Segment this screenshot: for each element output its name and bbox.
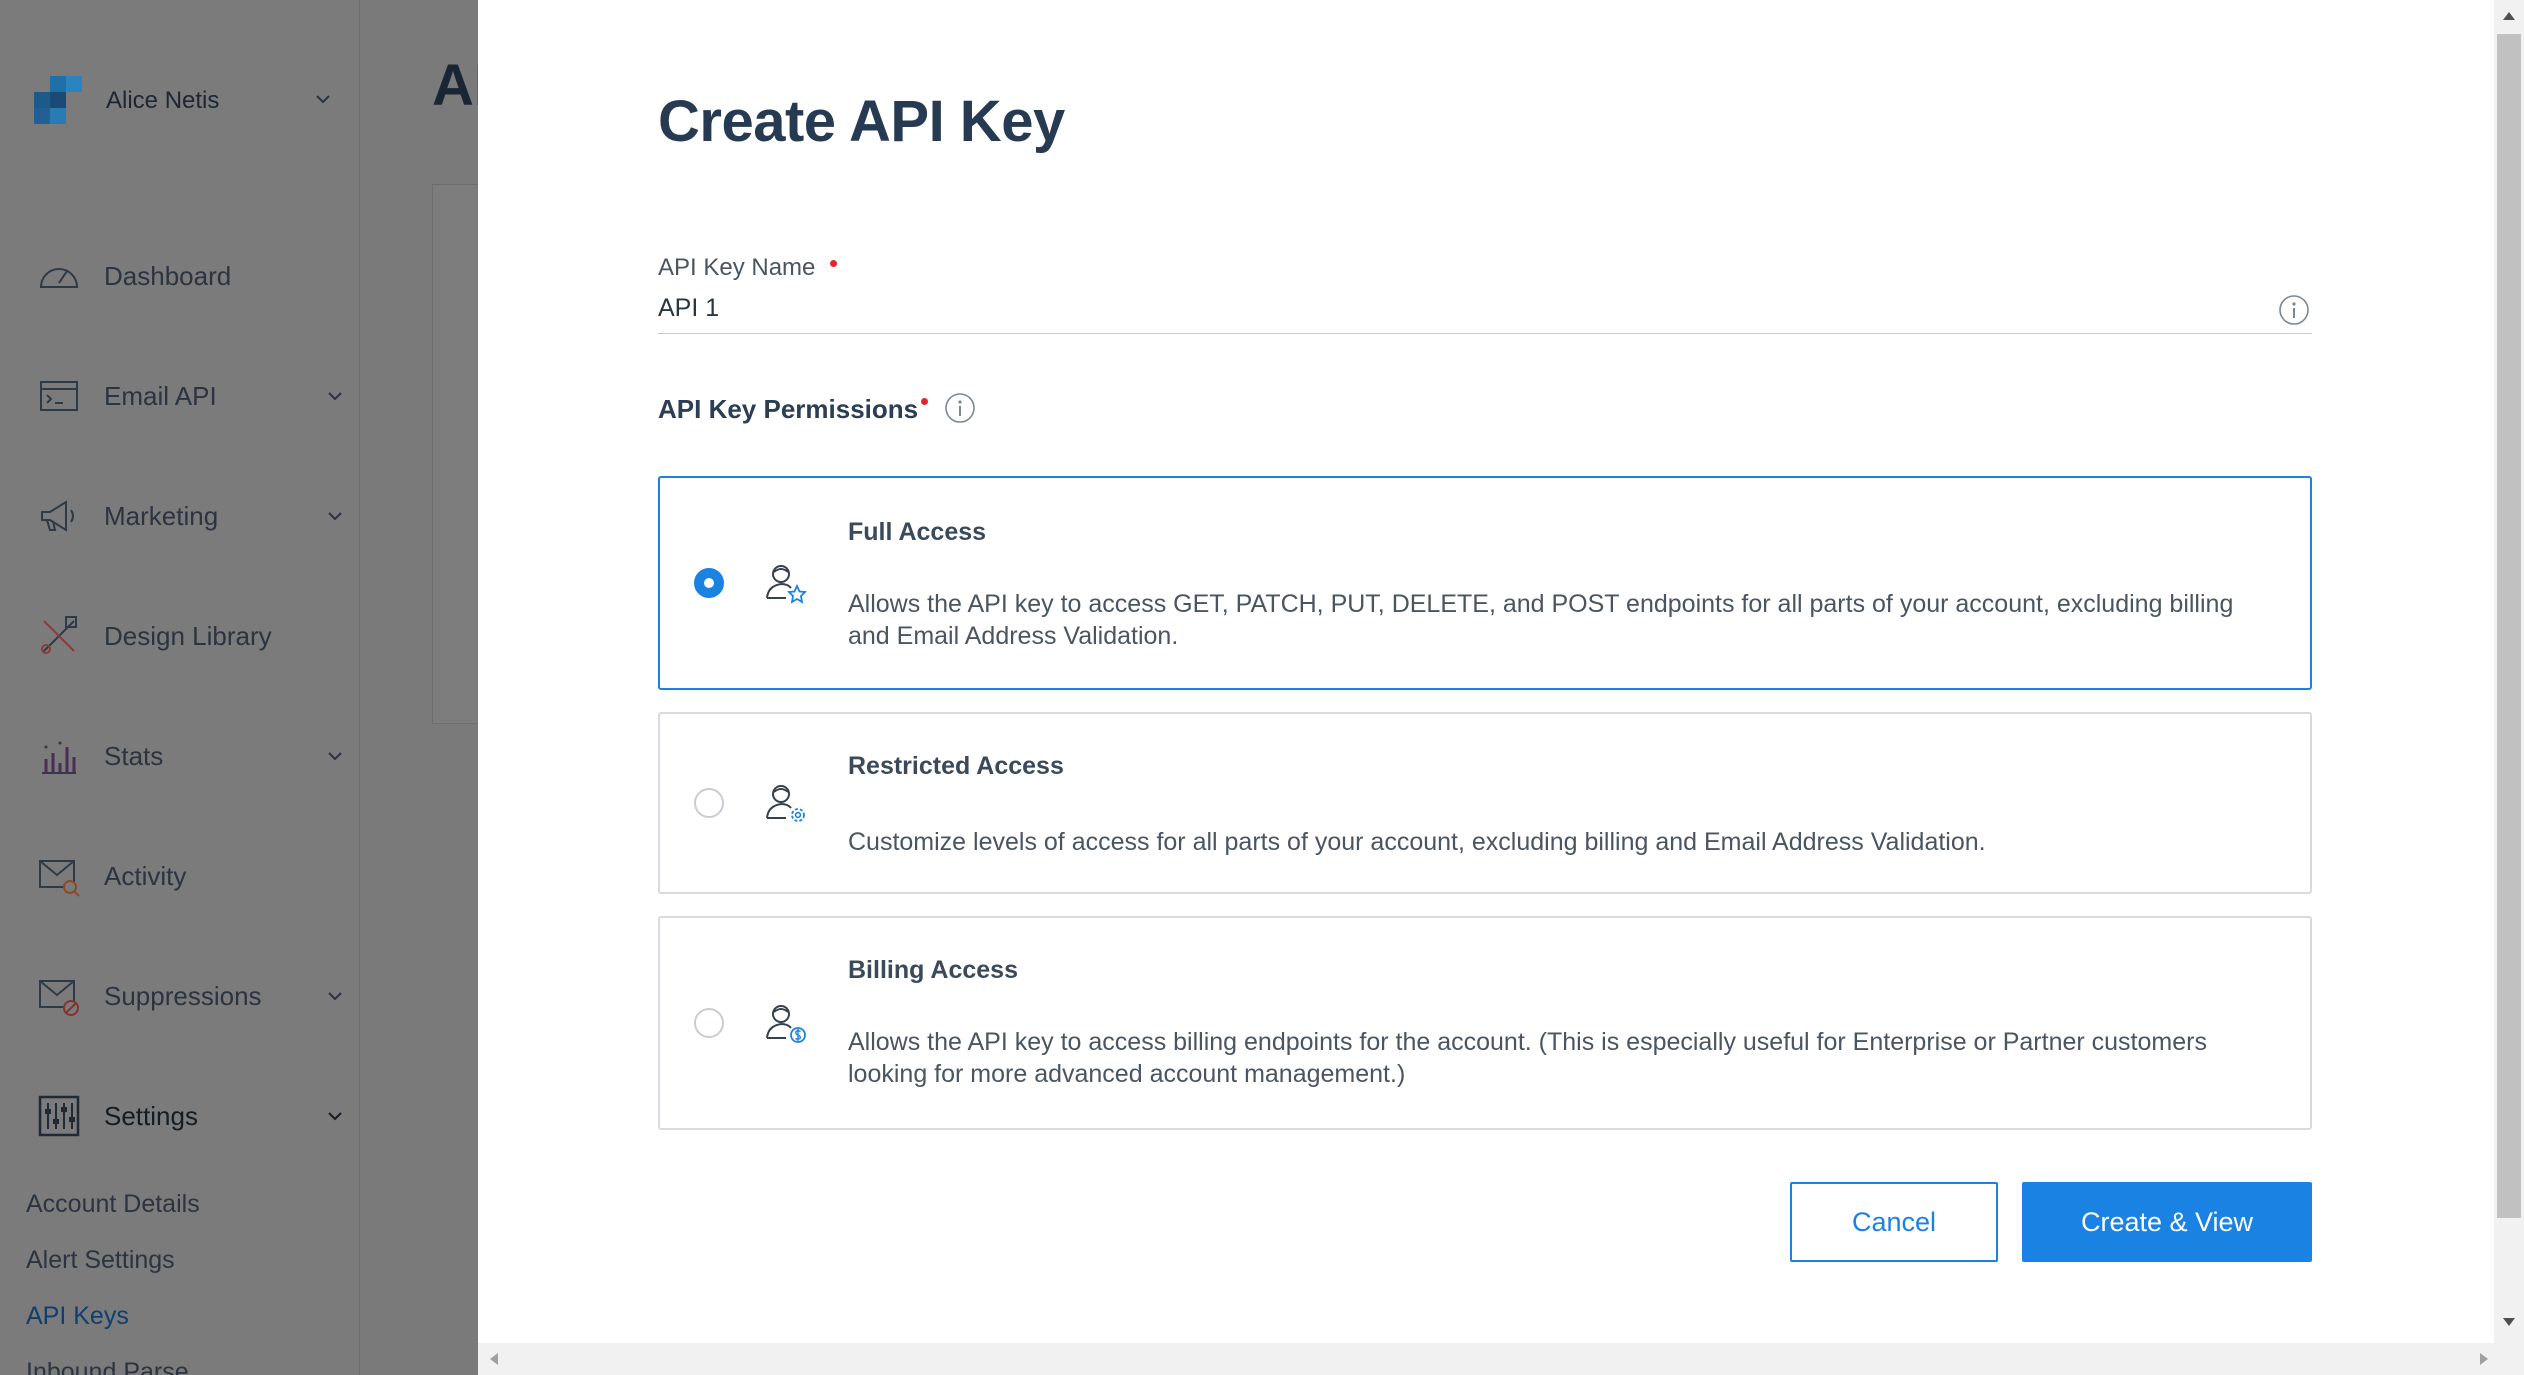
user-star-icon (766, 565, 807, 604)
chevron-down-icon (328, 392, 342, 401)
sidebar-item-marketing[interactable]: Marketing (36, 488, 346, 544)
design-tools-icon (36, 613, 82, 659)
full-access-radio[interactable] (694, 568, 724, 598)
sidebar: Alice Netis Dashboard Email API Marketin… (0, 0, 360, 1375)
create-and-view-button[interactable]: Create & View (2022, 1182, 2312, 1262)
api-key-permissions-label: API Key Permissions (658, 392, 976, 425)
envelope-search-icon (36, 853, 82, 899)
logo-icon (34, 76, 84, 126)
restricted-access-description: Customize levels of access for all parts… (848, 828, 1986, 856)
vertical-scrollbar-thumb[interactable] (2497, 34, 2521, 1218)
account-switcher[interactable]: Alice Netis (34, 76, 344, 126)
restricted-access-radio[interactable] (694, 788, 724, 818)
scroll-up-arrow-icon[interactable] (2503, 12, 2515, 20)
full-access-title: Full Access (848, 518, 987, 546)
sidebar-item-activity[interactable]: Activity (36, 848, 346, 904)
api-key-name-label: API Key Name (658, 254, 838, 282)
modal-title: Create API Key (658, 89, 1065, 154)
envelope-block-icon (36, 973, 82, 1019)
billing-access-title: Billing Access (848, 956, 1018, 984)
info-icon[interactable] (944, 392, 976, 424)
info-icon[interactable] (2278, 294, 2310, 326)
api-key-name-input[interactable] (658, 292, 2312, 334)
account-name: Alice Netis (106, 87, 220, 114)
scroll-down-arrow-icon[interactable] (2503, 1318, 2515, 1326)
sidebar-subitem-inbound-parse[interactable]: Inbound Parse (26, 1358, 189, 1375)
sidebar-item-email-api[interactable]: Email API (36, 368, 346, 424)
user-gear-icon (766, 785, 805, 822)
chevron-down-icon (328, 1112, 342, 1121)
chevron-down-icon (328, 992, 342, 1001)
create-api-key-modal: Create API Key API Key Name API Key Perm… (478, 0, 2494, 1343)
chevron-down-icon (316, 95, 330, 104)
full-access-description: Allows the API key to access GET, PATCH,… (848, 590, 2234, 650)
bar-chart-icon (36, 733, 82, 779)
cancel-button[interactable]: Cancel (1790, 1182, 1998, 1262)
vertical-scrollbar[interactable] (2494, 0, 2524, 1343)
sidebar-item-design-library[interactable]: Design Library (36, 608, 346, 664)
gauge-icon (36, 253, 82, 299)
permission-option-full-access[interactable]: Full Access Allows the API key to access… (658, 476, 2312, 690)
sidebar-subitem-api-keys[interactable]: API Keys (26, 1302, 129, 1331)
chevron-down-icon (328, 752, 342, 761)
sidebar-item-dashboard[interactable]: Dashboard (36, 248, 346, 304)
permission-option-restricted-access[interactable]: Restricted Access Customize levels of ac… (658, 712, 2312, 894)
required-indicator (921, 398, 929, 405)
billing-access-description: Allows the API key to access billing end… (848, 1028, 2207, 1088)
megaphone-icon (36, 493, 82, 539)
scroll-left-arrow-icon[interactable] (490, 1353, 498, 1365)
sidebar-item-settings[interactable]: Settings (36, 1088, 346, 1144)
sidebar-subitem-account-details[interactable]: Account Details (26, 1190, 200, 1219)
restricted-access-title: Restricted Access (848, 752, 1064, 780)
sliders-icon (36, 1093, 82, 1139)
user-dollar-icon (766, 1005, 806, 1043)
permission-option-billing-access[interactable]: Billing Access Allows the API key to acc… (658, 916, 2312, 1130)
terminal-icon (36, 373, 82, 419)
sidebar-item-stats[interactable]: Stats (36, 728, 346, 784)
billing-access-radio[interactable] (694, 1008, 724, 1038)
required-indicator (830, 260, 838, 267)
chevron-down-icon (328, 512, 342, 521)
sidebar-item-suppressions[interactable]: Suppressions (36, 968, 346, 1024)
scroll-right-arrow-icon[interactable] (2480, 1353, 2488, 1365)
sidebar-subitem-alert-settings[interactable]: Alert Settings (26, 1246, 175, 1275)
horizontal-scrollbar[interactable] (478, 1343, 2524, 1375)
